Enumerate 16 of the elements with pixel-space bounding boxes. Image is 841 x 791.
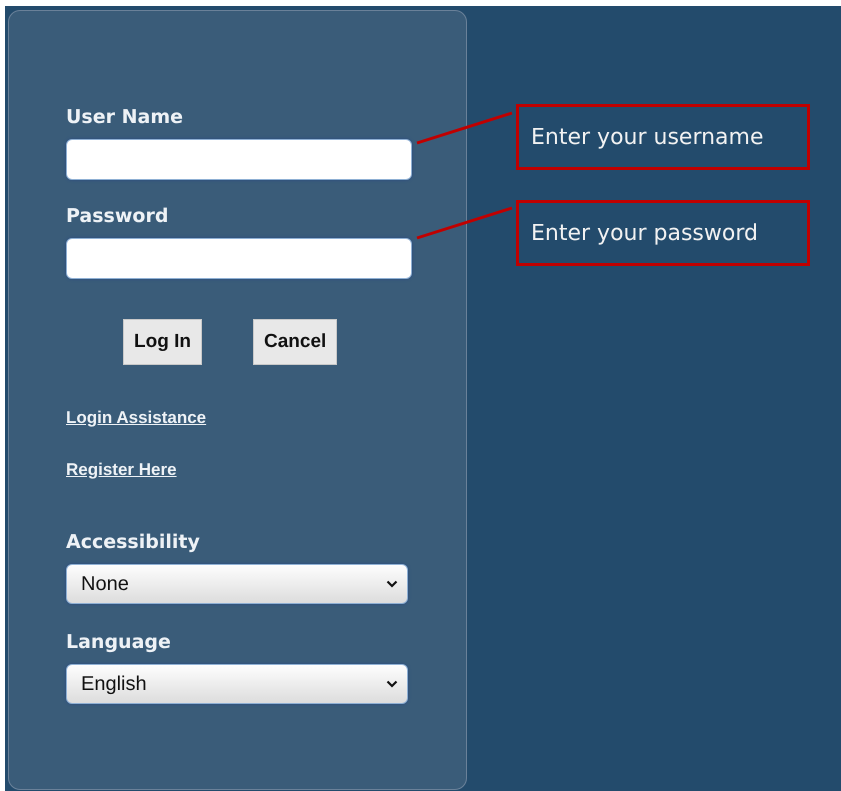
dropdown[interactable]: English — [66, 664, 408, 704]
chevron-icon — [386, 580, 398, 588]
callout-box: Enter your username — [516, 104, 810, 170]
input-field[interactable] — [66, 139, 412, 180]
dropdown[interactable]: None — [66, 564, 408, 604]
chevron-icon — [386, 680, 398, 688]
field-label: Password — [66, 204, 168, 228]
text-link[interactable]: Login Assistance — [66, 408, 206, 428]
text-link[interactable]: Register Here — [66, 460, 177, 480]
callout-box: Enter your password — [516, 200, 810, 266]
input-field[interactable] — [66, 238, 412, 279]
dropdown-label: Accessibility — [66, 530, 200, 554]
field-label: User Name — [66, 105, 184, 129]
form-button[interactable]: Cancel — [252, 319, 338, 365]
dropdown-label: Language — [66, 630, 171, 654]
form-button[interactable]: Log In — [123, 319, 202, 365]
